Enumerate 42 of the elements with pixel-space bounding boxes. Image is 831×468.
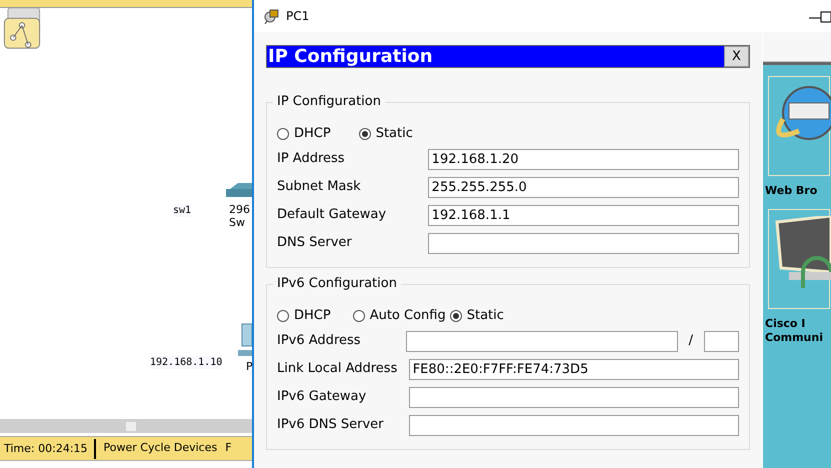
field-label: IPv6 Gateway <box>277 388 368 406</box>
group-legend: IP Configuration <box>273 94 385 110</box>
radio-option[interactable]: Static <box>358 124 413 144</box>
field-label: DNS Server <box>277 234 353 252</box>
radio-option[interactable]: Static <box>450 306 504 326</box>
field-label: IPv6 Address <box>277 332 362 350</box>
field-label: IPv6 DNS Server <box>277 416 385 434</box>
input-field[interactable]: 255.255.255.0 <box>428 176 739 198</box>
app-label[interactable]: Cisco I <box>763 317 806 331</box>
input-field[interactable] <box>406 330 678 352</box>
radio-option[interactable]: DHCP <box>277 306 331 326</box>
input-field[interactable] <box>408 386 739 408</box>
input-field[interactable]: 192.168.1.20 <box>428 148 739 170</box>
device-label: sw1 <box>173 204 192 217</box>
close-button[interactable]: X <box>724 46 749 67</box>
device-label: 296 <box>229 203 251 216</box>
device-label: 192.168.1.10 <box>150 356 222 369</box>
separator-label: / <box>688 332 693 350</box>
pc-icon <box>264 8 280 24</box>
input-field[interactable]: FE80::2E0:F7FF:FE74:73D5 <box>408 358 739 380</box>
window-title: PC1 <box>286 8 310 25</box>
input-field[interactable]: 192.168.1.1 <box>428 204 739 226</box>
radio-option[interactable]: Auto Config <box>352 306 446 326</box>
device-label: P <box>246 360 253 373</box>
field-label: Subnet Mask <box>277 178 362 196</box>
status-item[interactable]: Power Cycle Devices <box>96 440 218 457</box>
app-label[interactable]: Web Bro <box>763 184 818 198</box>
status-item[interactable]: F <box>217 440 232 457</box>
input-field[interactable] <box>428 232 739 254</box>
radio-option[interactable]: DHCP <box>277 124 331 144</box>
device-label: Sw <box>229 216 246 229</box>
maximize-icon[interactable] <box>820 10 831 24</box>
horizontal-scrollbar[interactable] <box>0 419 252 433</box>
field-label: IP Address <box>277 150 346 168</box>
field-label: Default Gateway <box>277 206 388 224</box>
input-field[interactable] <box>408 414 739 436</box>
prefix-field[interactable] <box>704 330 739 352</box>
app-label[interactable]: Communi <box>763 331 823 345</box>
panel-title: IP Configuration <box>268 46 433 68</box>
status-time: Time: 00:24:15 <box>0 438 96 458</box>
field-label: Link Local Address <box>277 360 398 378</box>
group-legend: IPv6 Configuration <box>273 276 401 292</box>
